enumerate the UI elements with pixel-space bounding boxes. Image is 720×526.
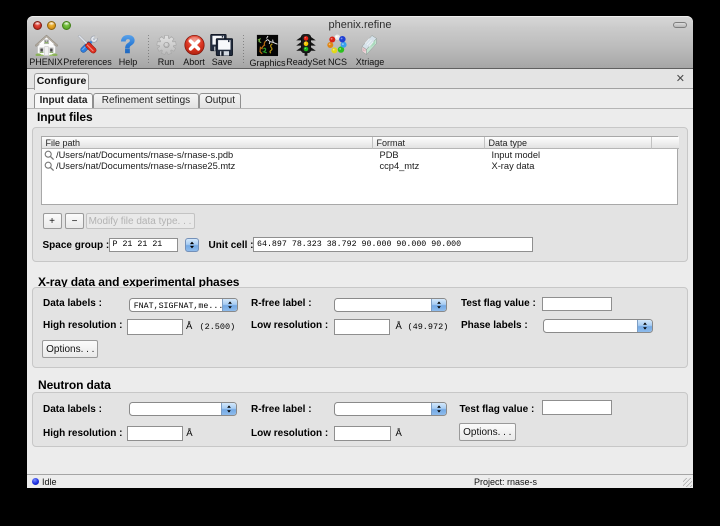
svg-text:?: ?	[121, 34, 136, 56]
